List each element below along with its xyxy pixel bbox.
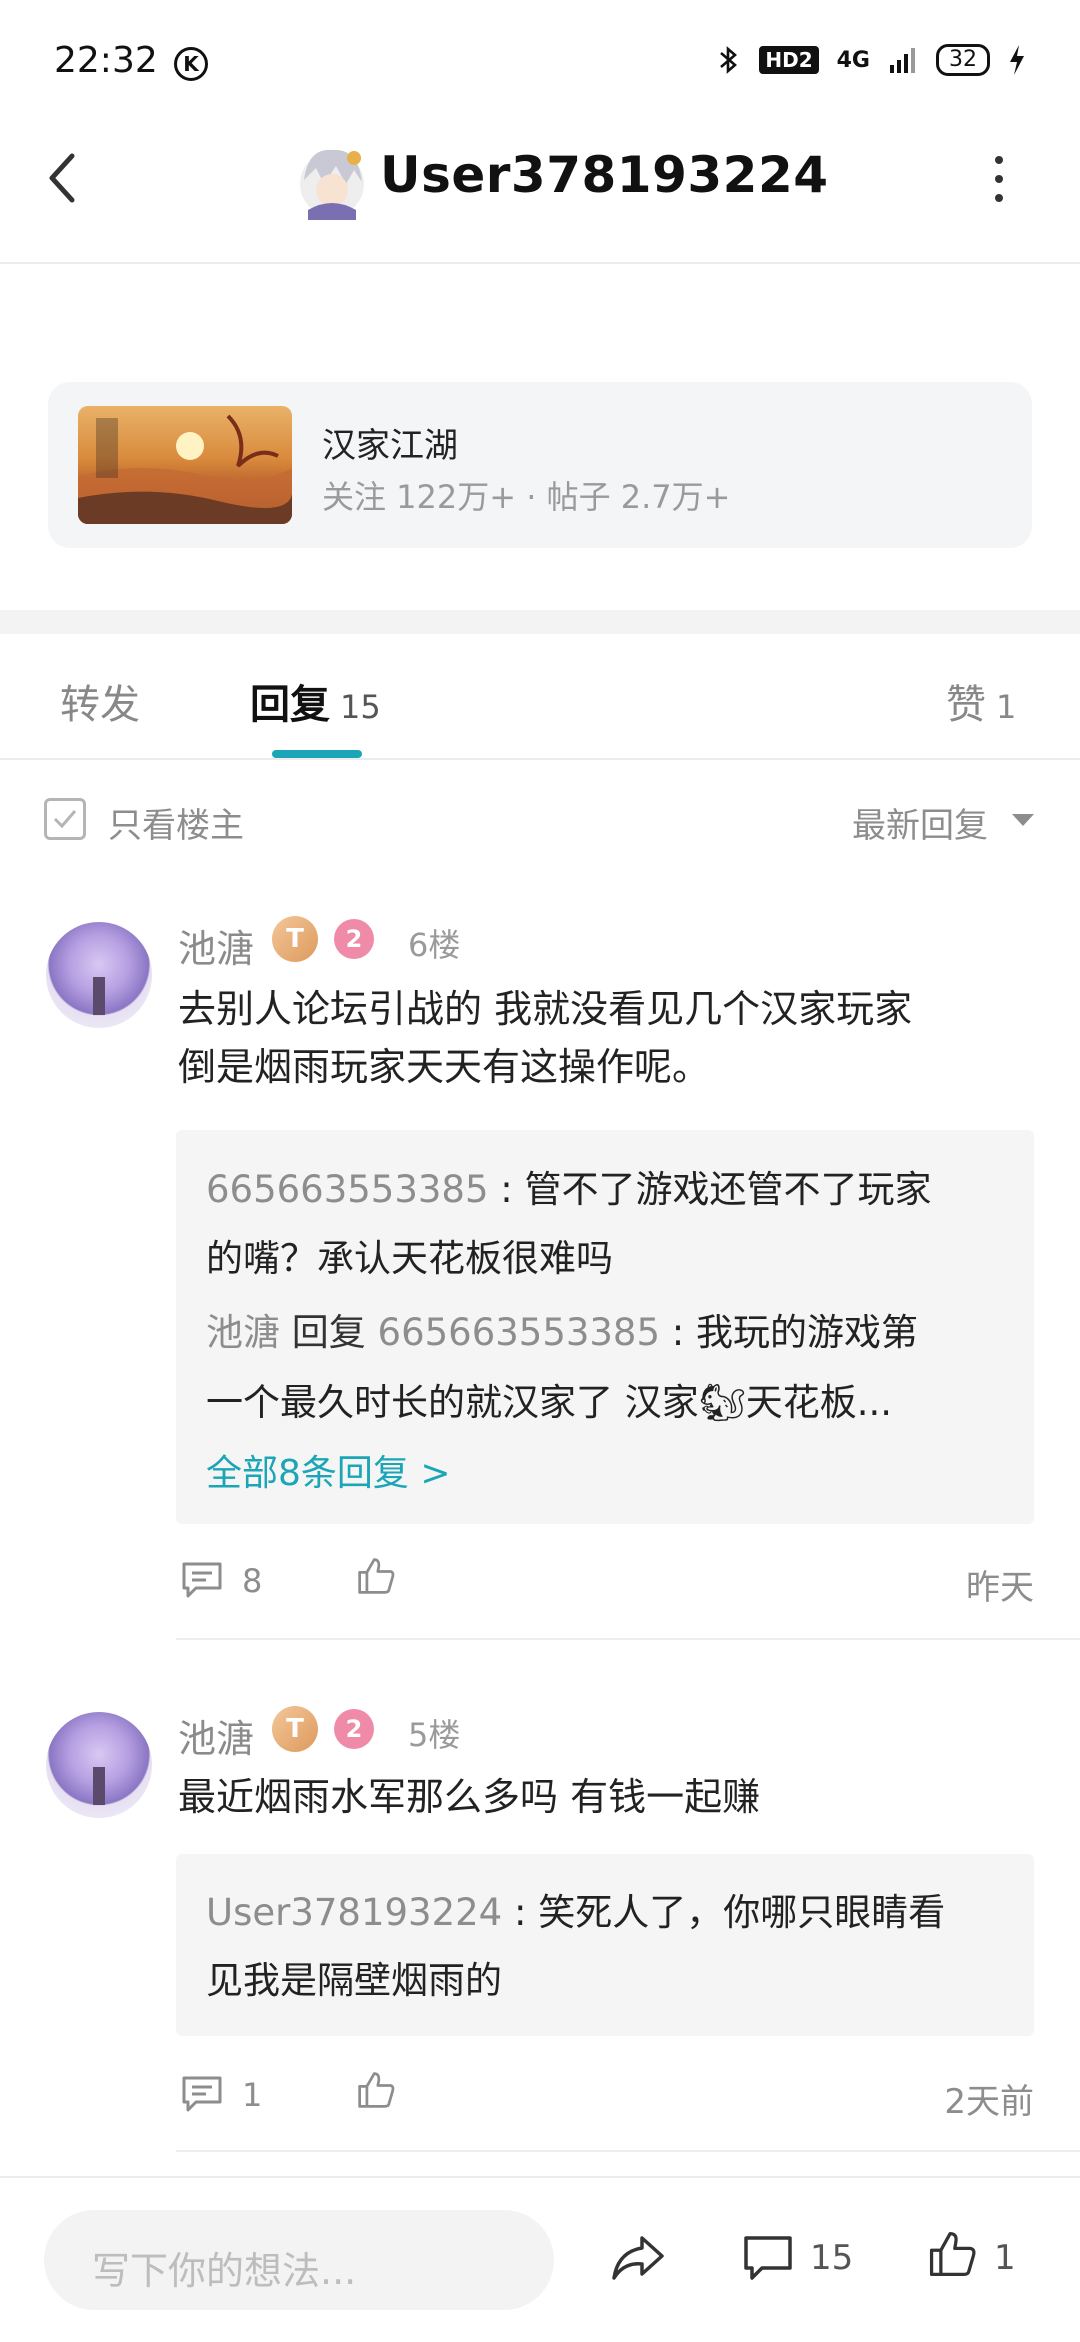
comment-text: 最近烟雨水军那么多吗 有钱一起赚 — [178, 1775, 761, 1819]
comment-time: 昨天 — [966, 1568, 1034, 1608]
tab-like-count: 1 — [996, 688, 1017, 726]
more-dot — [995, 175, 1003, 183]
bottom-comment-count: 15 — [810, 2238, 854, 2278]
reply-text: 笑死人了，你哪只眼睛看 — [538, 1891, 946, 1934]
reply-text: 我玩的游戏第 — [696, 1311, 919, 1354]
more-options-button[interactable] — [984, 156, 1014, 202]
back-button[interactable] — [40, 148, 90, 208]
comment-icon[interactable] — [180, 2074, 224, 2114]
page-title: User378193224 — [380, 146, 829, 204]
forum-stats: 关注 122万+ · 帖子 2.7万+ — [322, 478, 731, 516]
reply-target[interactable]: 665663553385 — [378, 1311, 661, 1354]
reply-sep: : — [513, 1891, 527, 1934]
sort-dropdown[interactable]: 最新回复 — [852, 798, 988, 847]
hd-icon: HD2 — [759, 46, 819, 74]
rank-badge: 2 — [334, 919, 374, 959]
floor-number: 5楼 — [408, 1716, 461, 1754]
comment-text-line: 倒是烟雨玩家天天有这操作呢。 — [178, 1045, 711, 1089]
more-dot — [995, 156, 1003, 164]
comment-username[interactable]: 池溏 — [178, 918, 254, 973]
tab-like[interactable]: 赞1 — [946, 672, 1016, 730]
avatar[interactable] — [46, 1712, 152, 1818]
tab-reply[interactable]: 回复 15 — [250, 672, 381, 730]
reply-sep: : — [500, 1168, 513, 1211]
reply-text-cont: 一个最久时长的就汉家了 汉家🐿天花板... — [206, 1381, 893, 1424]
bluetooth-icon — [720, 46, 738, 74]
comment-text: 去别人论坛引战的 我就没看见几个汉家玩家 倒是烟雨玩家天天有这操作呢。 — [178, 980, 912, 1096]
check-icon — [53, 810, 77, 829]
level-badge: T — [272, 1706, 318, 1752]
like-icon[interactable] — [354, 1556, 398, 1596]
charging-icon — [1010, 45, 1024, 75]
header-divider — [0, 262, 1080, 264]
section-divider — [0, 610, 1080, 634]
reply-input-placeholder[interactable]: 写下你的想法... — [92, 2240, 356, 2295]
bottom-like-count: 1 — [994, 2238, 1016, 2278]
tab-divider — [0, 758, 1080, 760]
comment-text-line: 去别人论坛引战的 我就没看见几个汉家玩家 — [178, 987, 913, 1031]
comment-count: 8 — [242, 1562, 263, 1600]
comment-count: 1 — [242, 2076, 263, 2114]
share-icon[interactable] — [610, 2232, 666, 2284]
reply-box — [176, 1854, 1034, 2036]
comment-divider — [176, 1638, 1080, 1640]
like-icon[interactable] — [924, 2228, 980, 2280]
tab-reply-count: 15 — [340, 688, 381, 726]
level-badge: T — [272, 916, 318, 962]
reply-text-cont: 的嘴？承认天花板很难吗 — [206, 1237, 613, 1280]
tab-like-label: 赞 — [946, 682, 986, 728]
comment-time: 2天前 — [944, 2082, 1034, 2122]
k-app-icon: K — [174, 47, 208, 81]
caret-down-icon[interactable] — [1012, 814, 1034, 826]
comment-icon[interactable] — [740, 2232, 796, 2284]
reply-text: 管不了游戏还管不了玩家 — [524, 1168, 932, 1211]
tab-repost[interactable]: 转发 — [60, 672, 140, 730]
more-dot — [995, 194, 1003, 202]
reply-item[interactable]: 池溏 回复 665663553385 : 我玩的游戏第 — [206, 1308, 918, 1358]
only-op-checkbox[interactable] — [44, 798, 86, 840]
reply-username[interactable]: User378193224 — [206, 1891, 502, 1934]
reply-sep: : — [671, 1311, 685, 1354]
tab-active-indicator — [272, 750, 362, 758]
rank-badge: 2 — [334, 1709, 374, 1749]
like-icon[interactable] — [354, 2070, 398, 2110]
battery-icon: 32 — [936, 44, 990, 76]
comment-icon[interactable] — [180, 1560, 224, 1600]
status-time: 22:32 — [54, 40, 158, 81]
all-replies-link[interactable]: 全部8条回复 > — [206, 1444, 451, 1496]
network-label: 4G — [836, 47, 870, 73]
forum-name: 汉家江湖 — [322, 426, 458, 466]
forum-thumbnail — [78, 406, 292, 524]
reply-username[interactable]: 665663553385 — [206, 1168, 489, 1211]
signal-icon — [890, 48, 915, 73]
reply-word: 回复 — [291, 1311, 366, 1354]
only-op-label[interactable]: 只看楼主 — [108, 798, 244, 847]
reply-username[interactable]: 池溏 — [206, 1311, 280, 1354]
comment-username[interactable]: 池溏 — [178, 1708, 254, 1763]
reply-text-cont: 见我是隔壁烟雨的 — [206, 1959, 502, 2002]
status-icons: HD2 4G 32 — [717, 44, 1026, 76]
comment-divider — [176, 2150, 1080, 2152]
tab-reply-label: 回复 — [250, 682, 330, 728]
header-avatar[interactable] — [296, 140, 368, 220]
reply-item[interactable]: 665663553385 : 管不了游戏还管不了玩家 — [206, 1165, 932, 1215]
floor-number: 6楼 — [408, 926, 461, 964]
avatar[interactable] — [46, 922, 152, 1028]
reply-item[interactable]: User378193224 : 笑死人了，你哪只眼睛看 — [206, 1888, 945, 1938]
